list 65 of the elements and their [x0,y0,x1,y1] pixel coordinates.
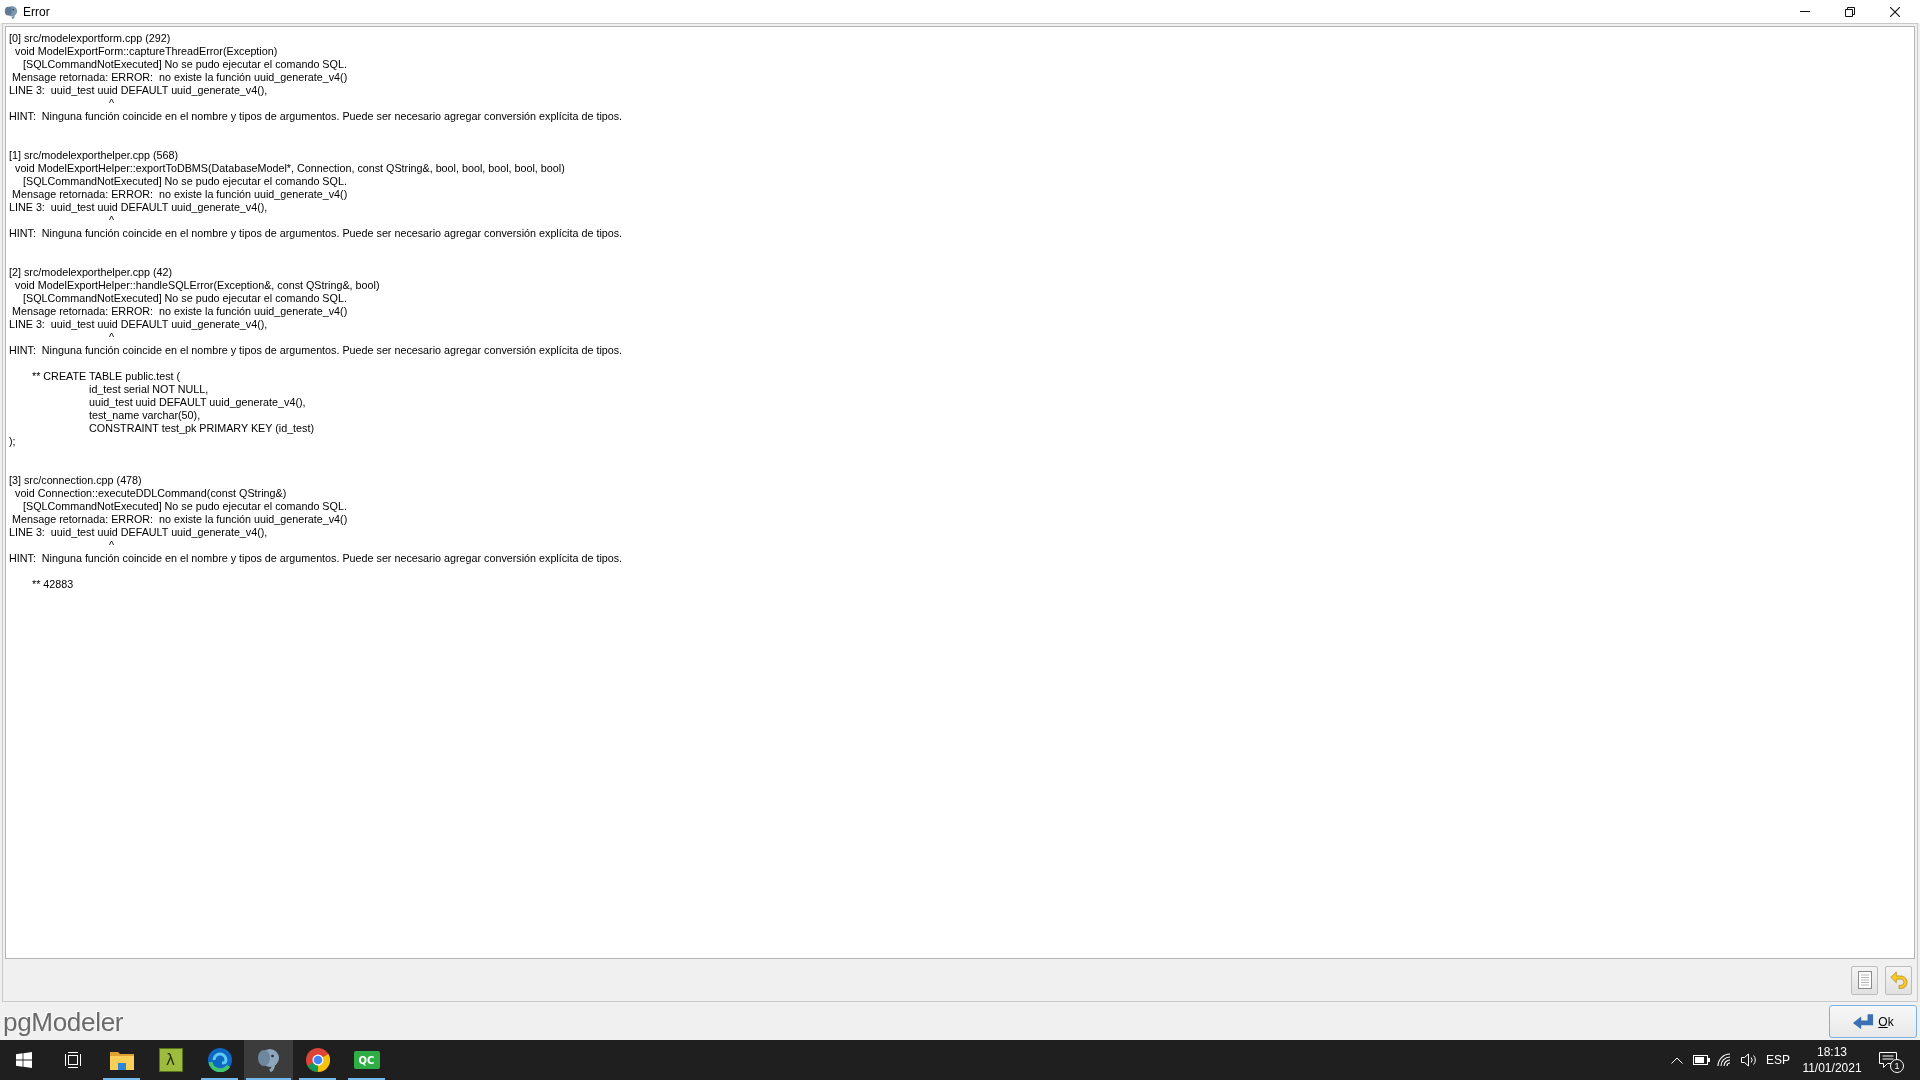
notification-count: 1 [1890,1059,1904,1073]
language-button[interactable]: ESP [1761,1040,1795,1080]
source-location: [3] src/connection.cpp (478) [9,474,142,487]
function-signature: void ModelExportHelper::handleSQLError(Exception&, const QString&, bool) [15,279,380,292]
page-icon [1857,971,1872,989]
elephant-icon [256,1048,281,1072]
close-icon [1889,6,1900,17]
minimize-icon [1799,11,1810,12]
elephant-icon [4,4,18,19]
server-message: Mensage retornada: ERROR: no existe la función uuid_generate_v4() [12,513,348,526]
clock[interactable]: 18:13 11/01/2021 [1795,1040,1869,1080]
failed-statement: LINE 3: uuid_test uuid DEFAULT uuid_generate_v4(), [9,84,268,97]
logo-tile: QC [353,1051,380,1069]
task-view-icon [63,1052,82,1068]
failed-statement: LINE 3: uuid_test uuid DEFAULT uuid_generate_v4(), [9,318,268,331]
source-location: [1] src/modelexporthelper.cpp (568) [9,149,179,162]
wifi-icon [1717,1053,1733,1067]
hint-text: HINT: Ninguna función coincide en el nombre y tipos de argumentos. Puede ser necesario agregar conversión explícita de tipos. [9,344,623,357]
caret-marker: ^ [109,214,115,227]
battery-icon [1692,1055,1710,1065]
window-title: Error [23,4,50,19]
caret-marker: ^ [109,97,115,110]
hint-text: HINT: Ninguna función coincide en el nombre y tipos de argumentos. Puede ser necesario agregar conversión explícita de tipos. [9,227,623,240]
function-signature: void Connection::executeDDLCommand(const QString&) [15,487,287,500]
logo-text: pgModeler [3,1006,124,1037]
server-message: Mensage retornada: ERROR: no existe la función uuid_generate_v4() [12,188,348,201]
function-signature: void ModelExportForm::captureThreadError(Exception) [15,45,278,58]
taskbar-button[interactable]: λ [146,1040,195,1080]
server-message: Mensage retornada: ERROR: no existe la función uuid_generate_v4() [12,305,348,318]
sql-line: uuid_test uuid DEFAULT uuid_generate_v4(), [89,396,306,409]
note-text: ** CREATE TABLE public.test ( [32,370,181,383]
taskbar-button[interactable] [244,1040,293,1080]
error-message: [SQLCommandNotExecuted] No se pudo ejecutar el comando SQL. [23,175,347,188]
function-signature: void ModelExportHelper::exportToDBMS(DatabaseModel*, Connection, const QString&, bool, bool, bool, bool, bool) [15,162,565,175]
chevron-up-icon [1671,1056,1683,1064]
return-arrow-icon [1852,1013,1875,1030]
hint-text: HINT: Ninguna función coincide en el nombre y tipos de argumentos. Puede ser necesario agregar conversión explícita de tipos. [9,552,623,565]
notifications-button[interactable]: 1 [1869,1040,1907,1080]
error-message: [SQLCommandNotExecuted] No se pudo ejecutar el comando SQL. [23,58,347,71]
failed-statement: LINE 3: uuid_test uuid DEFAULT uuid_generate_v4(), [9,201,268,214]
folder-icon [109,1050,134,1070]
source-location: [2] src/modelexporthelper.cpp (42) [9,266,173,279]
sql-line: test_name varchar(50), [89,409,201,422]
caret-marker: ^ [109,331,115,344]
error-message: [SQLCommandNotExecuted] No se pudo ejecutar el comando SQL. [23,500,347,513]
windows-logo-icon [16,1052,32,1068]
sql-line: CONSTRAINT test_pk PRIMARY KEY (id_test) [89,422,315,435]
curved-arrow-icon [1889,971,1908,989]
note-text: ** 42883 [32,578,74,591]
server-message: Mensage retornada: ERROR: no existe la función uuid_generate_v4() [12,71,348,84]
segmented-circle-icon [305,1048,330,1072]
restore-icon [1844,6,1855,17]
swirl-icon [207,1048,232,1072]
ok-button[interactable]: Ok [1829,1005,1917,1038]
hint-text: HINT: Ninguna función coincide en el nombre y tipos de argumentos. Puede ser necesario agregar conversión explícita de tipos. [9,110,623,123]
page-button[interactable] [1851,965,1878,995]
speaker-icon [1741,1053,1757,1067]
failed-statement: LINE 3: uuid_test uuid DEFAULT uuid_generate_v4(), [9,526,268,539]
source-location: [0] src/modelexportform.cpp (292) [9,32,171,45]
logo-tile: λ [158,1048,183,1072]
caret-marker: ^ [109,539,115,552]
sql-line: ); [9,435,16,448]
speech-bubble-icon [1879,1052,1897,1068]
error-message: [SQLCommandNotExecuted] No se pudo ejecutar el comando SQL. [23,292,347,305]
sql-line: id_test serial NOT NULL, [89,383,209,396]
